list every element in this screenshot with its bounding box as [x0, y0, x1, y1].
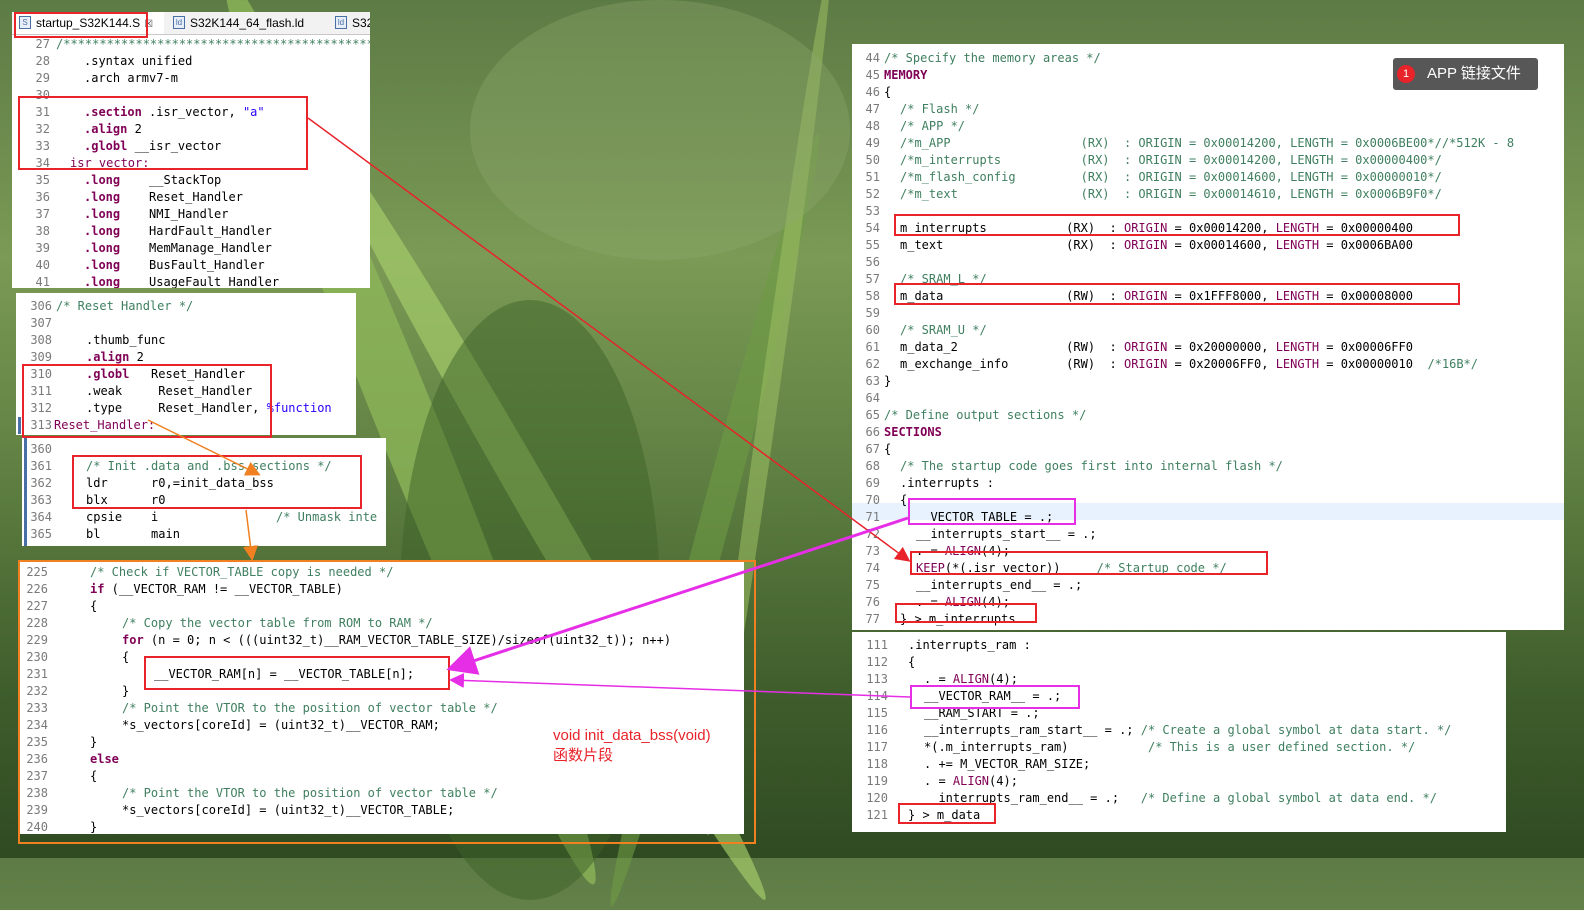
- arrow-isr-to-keep: [307, 117, 911, 562]
- arrow-init-to-cfunc: [243, 509, 258, 561]
- arrow-vector-table: [446, 516, 909, 675]
- arrow-vector-ram: [449, 672, 911, 698]
- arrow-overlay: [147, 117, 911, 698]
- arrow-handler-to-init: [147, 419, 261, 476]
